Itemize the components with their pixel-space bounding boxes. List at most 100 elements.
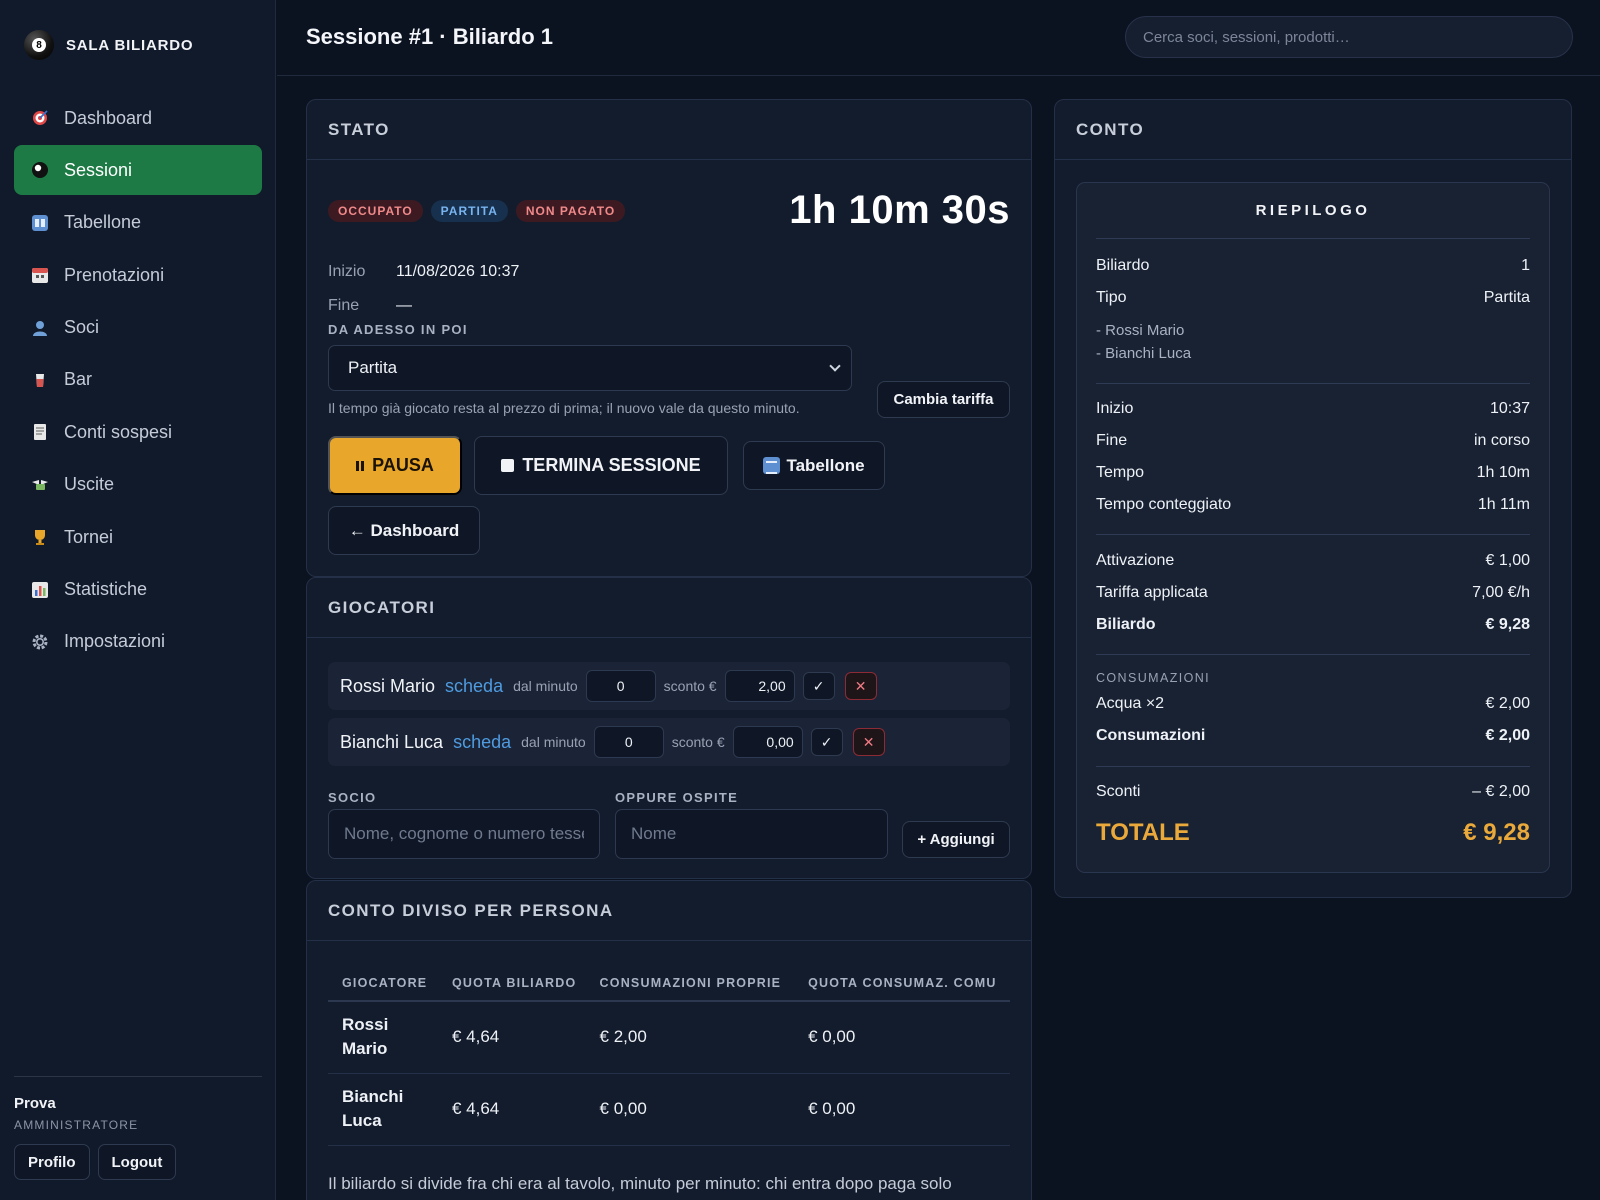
scoreboard-button[interactable]: Tabellone	[743, 441, 885, 490]
giocatori-heading: GIOCATORI	[307, 578, 1031, 638]
pause-label: PAUSA	[372, 455, 434, 475]
nav-item-tabellone[interactable]: Tabellone	[14, 198, 262, 248]
discount-input[interactable]	[732, 726, 803, 758]
logout-button[interactable]: Logout	[97, 1144, 177, 1180]
end-value: —	[396, 297, 412, 314]
player-row: Rossi Mario scheda dal minuto sconto € ✓…	[328, 662, 1010, 710]
rate-select[interactable]: Partita	[328, 345, 852, 391]
status-badge-occupato: OCCUPATO	[328, 200, 423, 222]
nav-item-soci[interactable]: Soci	[14, 303, 262, 353]
summary-panel: RIEPILOGO Biliardo 1 Tipo Partita - Rossi …	[1076, 182, 1550, 873]
scoreboard-icon	[763, 457, 781, 474]
member-label: SOCIO	[328, 790, 377, 805]
table-header-row: GIOCATORE QUOTA BILIARDO CONSUMAZIONI PR…	[328, 965, 1010, 1002]
summary-row-item: Acqua ×2 € 2,00	[1096, 695, 1530, 712]
status-badge-non-pagato: NON PAGATO	[515, 200, 626, 222]
from-minute-label: dal minuto	[521, 734, 586, 750]
guest-label: OPPURE OSPITE	[615, 790, 739, 805]
discount-label: sconto €	[663, 678, 717, 694]
table-row: Rossi Mario € 4,64 € 2,00 € 0,00	[328, 1001, 1010, 1074]
remove-close-icon[interactable]: ✕	[844, 672, 877, 700]
nav-label: Impostazioni	[64, 631, 166, 652]
back-dashboard-button[interactable]: ← Dashboard	[328, 506, 480, 555]
nav-item-statistiche[interactable]: Statistiche	[14, 565, 262, 615]
player-name: Rossi Mario	[340, 675, 436, 696]
calendar-icon	[30, 265, 50, 285]
dart-icon	[30, 108, 50, 128]
player-cell: Rossi Mario	[328, 1001, 438, 1074]
split-heading: CONTO DIVISO PER PERSONA	[307, 881, 1031, 941]
nav-label: Statistiche	[64, 579, 148, 600]
money-wings-icon	[30, 475, 50, 495]
conto-card: CONTO RIEPILOGO Biliardo 1 Tipo Partita - …	[1054, 99, 1572, 898]
summary-player: - Rossi Mario	[1096, 322, 1185, 339]
nav-item-prenotazioni[interactable]: Prenotazioni	[14, 250, 262, 300]
own-items-cell: € 0,00	[585, 1073, 795, 1146]
guest-name-input[interactable]	[615, 809, 888, 859]
pause-icon	[356, 460, 365, 471]
rate-section-label: DA ADESSO IN POI	[328, 322, 468, 337]
pause-button[interactable]: PAUSA	[328, 436, 462, 495]
sidebar: 8 SALA BILIARDO Dashboard Sessioni Tabel…	[0, 0, 276, 1200]
player-row: Bianchi Luca scheda dal minuto sconto € …	[328, 718, 1010, 766]
gear-icon	[30, 632, 50, 652]
end-session-button[interactable]: TERMINA SESSIONE	[474, 436, 728, 495]
split-note: Il biliardo si divide fra chi era al tav…	[328, 1174, 952, 1193]
nav-label: Dashboard	[64, 107, 153, 128]
nav-item-tornei[interactable]: Tornei	[14, 512, 262, 562]
bar-chart-icon	[30, 580, 50, 600]
brand: 8 SALA BILIARDO	[24, 30, 193, 60]
shared-items-cell: € 0,00	[794, 1073, 1010, 1146]
column-header: QUOTA CONSUMAZ. COMU	[794, 965, 1010, 1002]
nav-label: Bar	[64, 369, 93, 390]
quota-cell: € 4,64	[438, 1001, 586, 1074]
remove-close-icon[interactable]: ✕	[852, 728, 885, 756]
conto-heading: CONTO	[1055, 100, 1571, 160]
consumptions-section-label: CONSUMAZIONI	[1096, 671, 1211, 685]
shared-items-cell: € 0,00	[794, 1001, 1010, 1074]
summary-row-activation: Attivazione € 1,00	[1096, 552, 1530, 569]
discount-input[interactable]	[724, 670, 795, 702]
main-nav: Dashboard Sessioni Tabellone Prenotazion…	[14, 93, 262, 669]
nav-label: Tornei	[64, 526, 114, 547]
nav-label: Tabellone	[64, 212, 142, 233]
user-panel: Prova AMMINISTRATORE Profilo Logout	[14, 1076, 262, 1180]
profile-button[interactable]: Profilo	[14, 1144, 90, 1180]
player-profile-link[interactable]: scheda	[445, 676, 503, 697]
summary-title: RIEPILOGO	[1096, 183, 1530, 239]
column-header: QUOTA BILIARDO	[438, 965, 586, 1002]
nav-item-conti-sospesi[interactable]: Conti sospesi	[14, 407, 262, 457]
user-name: Prova	[14, 1095, 56, 1112]
start-value: 11/08/2026 10:37	[396, 263, 520, 280]
giocatori-card: GIOCATORI Rossi Mario scheda dal minuto …	[306, 577, 1032, 879]
summary-row-end: Fine in corso	[1096, 432, 1530, 449]
status-badge-partita: PARTITA	[430, 200, 508, 222]
nav-item-sessioni[interactable]: Sessioni	[14, 145, 262, 196]
from-minute-input[interactable]	[585, 670, 656, 702]
scoreboard-icon	[30, 213, 50, 233]
search-input[interactable]	[1125, 16, 1573, 58]
stop-icon	[501, 459, 515, 472]
change-rate-button[interactable]: Cambia tariffa	[877, 381, 1010, 418]
nav-item-dashboard[interactable]: Dashboard	[14, 93, 262, 143]
trophy-icon	[30, 527, 50, 547]
user-role: AMMINISTRATORE	[14, 1118, 139, 1132]
player-profile-link[interactable]: scheda	[453, 732, 511, 753]
nav-item-bar[interactable]: Bar	[14, 355, 262, 405]
divider	[1096, 766, 1530, 767]
nav-label: Conti sospesi	[64, 421, 173, 442]
confirm-check-icon[interactable]: ✓	[810, 728, 843, 756]
divider	[1096, 654, 1530, 655]
nav-item-uscite[interactable]: Uscite	[14, 460, 262, 510]
table-row: Bianchi Luca € 4,64 € 0,00 € 0,00	[328, 1073, 1010, 1146]
add-player-button[interactable]: + Aggiungi	[902, 821, 1010, 858]
nav-item-impostazioni[interactable]: Impostazioni	[14, 617, 262, 667]
confirm-check-icon[interactable]: ✓	[802, 672, 835, 700]
scoreboard-label: Tabellone	[786, 455, 865, 475]
member-search-input[interactable]	[328, 809, 600, 859]
start-row: Inizio 11/08/2026 10:37	[328, 263, 519, 281]
nav-label: Uscite	[64, 474, 115, 495]
nav-label: Soci	[64, 317, 100, 338]
summary-row-start: Inizio 10:37	[1096, 400, 1530, 417]
from-minute-input[interactable]	[593, 726, 664, 758]
